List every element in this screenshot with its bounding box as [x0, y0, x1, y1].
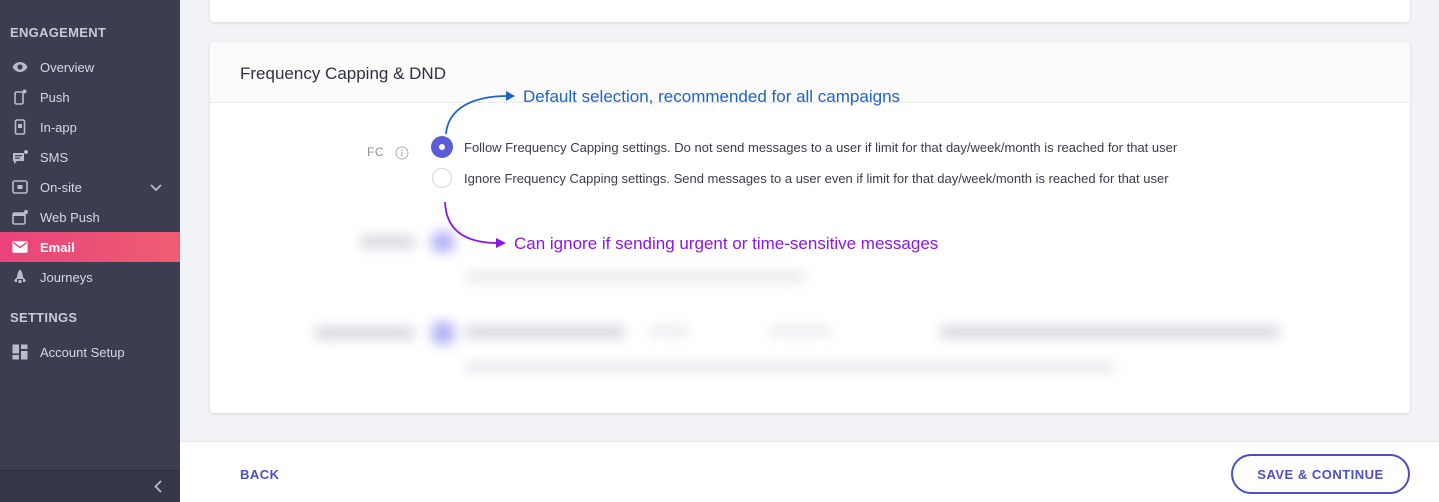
follow-fc-option[interactable]: Follow Frequency Capping settings. Do no… — [432, 137, 1177, 157]
footer-bar: BACK SAVE & CONTINUE — [180, 441, 1439, 502]
sidebar: ENGAGEMENT Overview Push In-app SMS On-s… — [0, 0, 180, 502]
sidebar-item-on-site[interactable]: On-site — [0, 172, 180, 202]
rocket-icon — [12, 269, 28, 285]
on-site-icon — [12, 179, 28, 195]
previous-section-card — [210, 0, 1410, 22]
chevron-down-icon[interactable] — [150, 180, 162, 195]
ignore-fc-option[interactable]: Ignore Frequency Capping settings. Send … — [432, 168, 1169, 188]
sidebar-item-label: Email — [40, 239, 75, 255]
eye-icon — [12, 59, 28, 75]
follow-fc-label: Follow Frequency Capping settings. Do no… — [464, 139, 1178, 155]
ignore-fc-label: Ignore Frequency Capping settings. Send … — [464, 170, 1169, 186]
settings-section-title: SETTINGS — [10, 310, 78, 325]
sidebar-item-label: Overview — [40, 59, 95, 75]
save-continue-button[interactable]: SAVE & CONTINUE — [1231, 454, 1410, 494]
sidebar-item-push[interactable]: Push — [0, 82, 180, 112]
radio-ignore-fc[interactable] — [432, 168, 452, 188]
mail-icon — [12, 239, 28, 255]
sidebar-item-label: Push — [40, 89, 70, 105]
back-button[interactable]: BACK — [240, 467, 280, 482]
sms-icon — [12, 149, 28, 165]
info-icon[interactable] — [395, 146, 409, 165]
engagement-section-title: ENGAGEMENT — [10, 25, 107, 40]
annotation-default-selection: Default selection, recommended for all c… — [523, 87, 901, 106]
in-app-icon — [12, 119, 28, 135]
annotation-can-ignore: Can ignore if sending urgent or time-sen… — [514, 234, 939, 253]
sidebar-item-email[interactable]: Email — [0, 232, 180, 262]
web-push-icon — [12, 209, 28, 225]
sidebar-item-label: On-site — [40, 179, 82, 195]
sidebar-item-label: Journeys — [40, 269, 93, 285]
sidebar-item-in-app[interactable]: In-app — [0, 112, 180, 142]
sidebar-item-sms[interactable]: SMS — [0, 142, 180, 172]
sidebar-item-label: SMS — [40, 149, 69, 165]
card-title: Frequency Capping & DND — [240, 64, 446, 83]
sidebar-item-label: Account Setup — [40, 344, 125, 360]
sidebar-footer — [0, 470, 180, 502]
sidebar-item-journeys[interactable]: Journeys — [0, 262, 180, 292]
sidebar-item-web-push[interactable]: Web Push — [0, 202, 180, 232]
sidebar-item-label: In-app — [40, 119, 77, 135]
sidebar-item-account-setup[interactable]: Account Setup — [0, 337, 180, 367]
chevron-left-icon[interactable] — [154, 480, 162, 498]
radio-follow-fc[interactable] — [432, 137, 452, 157]
mobile-push-icon — [12, 89, 28, 105]
fc-label: FC — [367, 145, 384, 159]
sidebar-item-label: Web Push — [40, 209, 100, 225]
sidebar-item-overview[interactable]: Overview — [0, 52, 180, 82]
grid-icon — [12, 344, 28, 360]
